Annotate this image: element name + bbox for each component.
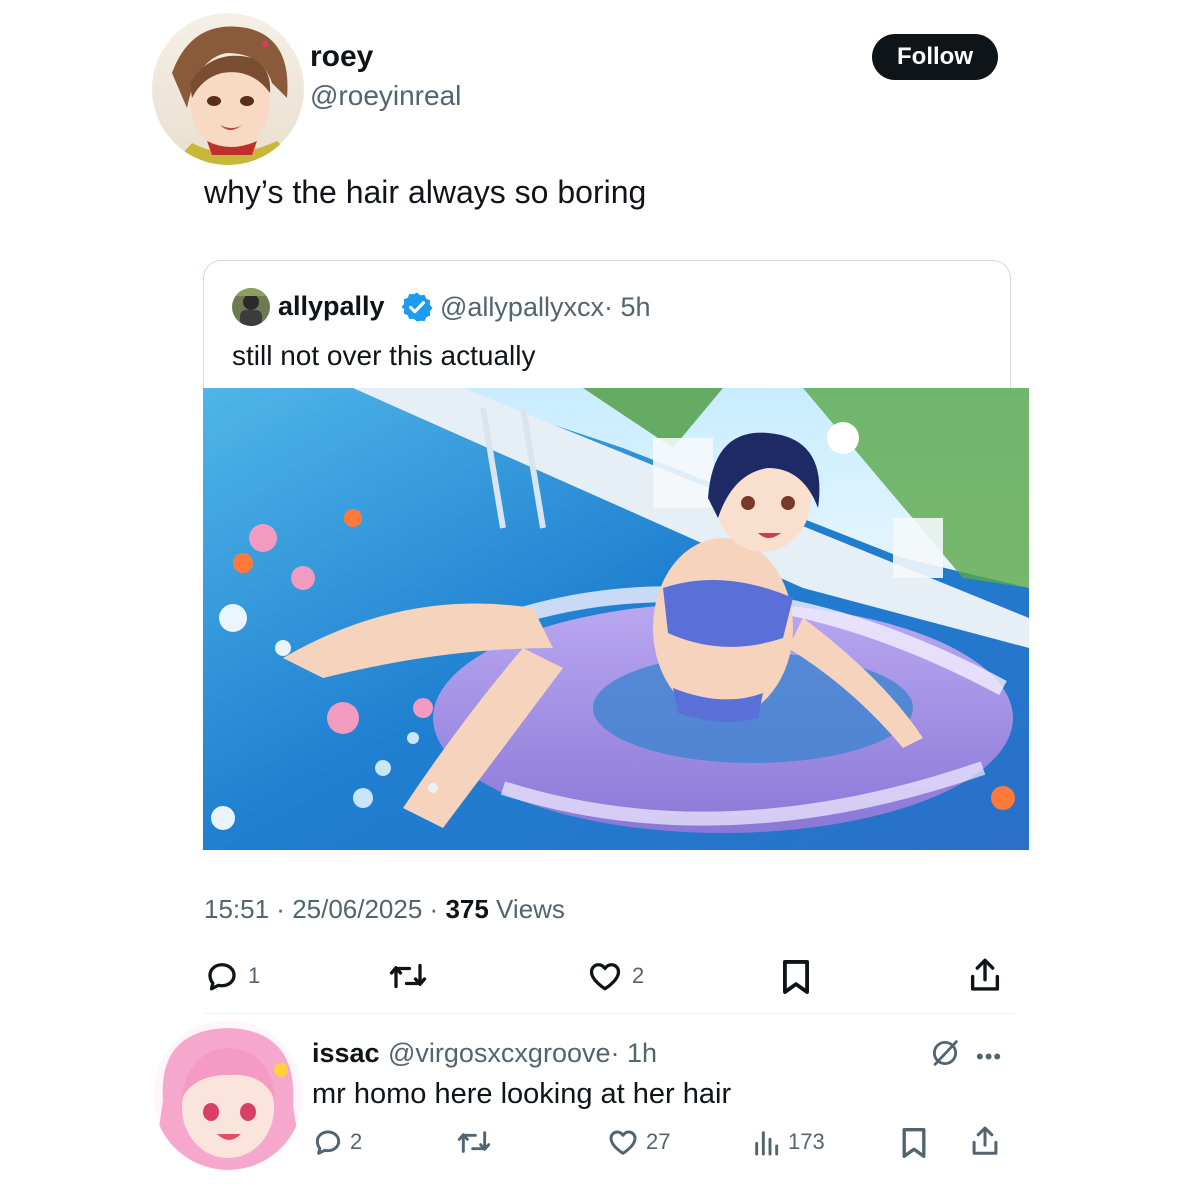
share-button[interactable] xyxy=(968,956,1002,994)
reply-like-button[interactable]: 27 xyxy=(606,1126,670,1158)
views-count[interactable]: 375 xyxy=(445,894,488,924)
author-handle[interactable]: @roeyinreal xyxy=(310,80,461,112)
bookmark-icon xyxy=(783,960,809,994)
like-icon xyxy=(589,963,621,991)
like-icon xyxy=(609,1130,637,1155)
reply-age: · 1h xyxy=(610,1038,658,1068)
grok-icon[interactable] xyxy=(928,1036,962,1070)
meta-separator: · xyxy=(422,894,446,924)
reply-button[interactable]: 1 xyxy=(204,958,260,994)
like-count: 2 xyxy=(632,963,645,988)
verified-badge-icon xyxy=(400,290,434,324)
retweet-button[interactable] xyxy=(388,958,436,994)
quoted-tweet-media[interactable] xyxy=(203,388,1029,850)
share-icon xyxy=(972,1126,998,1155)
reply-views-count: 173 xyxy=(788,1129,825,1154)
like-button[interactable]: 2 xyxy=(586,958,644,994)
quoted-author-name[interactable]: allypally xyxy=(278,291,385,322)
quoted-age: · 5h xyxy=(603,292,651,322)
share-icon xyxy=(970,958,1000,991)
tweet-time[interactable]: 15:51 xyxy=(204,894,269,924)
reply-icon xyxy=(315,1130,341,1155)
quoted-handle-text[interactable]: @allypallyxcx xyxy=(440,292,604,322)
bookmark-button[interactable] xyxy=(780,958,812,996)
reply-share-button[interactable] xyxy=(970,1124,1000,1158)
reply-count: 1 xyxy=(248,963,261,988)
views-icon xyxy=(755,1131,779,1156)
meta-separator: · xyxy=(269,894,293,924)
quoted-author-avatar[interactable] xyxy=(232,288,270,326)
reply-reply-count: 2 xyxy=(350,1129,363,1154)
retweet-icon xyxy=(457,1131,491,1153)
divider xyxy=(204,1013,1014,1014)
more-icon[interactable]: ••• xyxy=(976,1044,1002,1070)
reply-bookmark-button[interactable] xyxy=(900,1126,928,1160)
reply-like-count: 27 xyxy=(646,1129,671,1154)
reply-author-handle[interactable]: @virgosxcxgroove· 1h xyxy=(388,1038,657,1069)
tweet-meta: 15:51 · 25/06/2025 · 375 Views xyxy=(204,894,565,925)
tweet-text: why’s the hair always so boring xyxy=(204,174,647,210)
author-avatar[interactable] xyxy=(152,13,304,165)
retweet-icon xyxy=(389,963,427,989)
quoted-author-handle[interactable]: @allypallyxcx· 5h xyxy=(440,292,650,323)
reply-reply-button[interactable]: 2 xyxy=(312,1126,362,1158)
reply-text: mr homo here looking at her hair xyxy=(312,1078,732,1110)
reply-author-avatar[interactable] xyxy=(153,1020,303,1170)
reply-retweet-button[interactable] xyxy=(456,1126,492,1158)
author-name[interactable]: roey xyxy=(310,40,373,74)
reply-icon xyxy=(208,963,236,991)
bookmark-icon xyxy=(902,1128,926,1158)
reply-handle-text[interactable]: @virgosxcxgroove xyxy=(388,1038,611,1068)
quoted-tweet-text: still not over this actually xyxy=(232,340,536,371)
tweet-date[interactable]: 25/06/2025 xyxy=(292,894,422,924)
views-label[interactable]: Views xyxy=(489,894,565,924)
follow-button[interactable]: Follow xyxy=(872,34,998,80)
reply-views-button[interactable]: 173 xyxy=(752,1126,825,1158)
reply-author-name[interactable]: issac xyxy=(312,1038,380,1069)
